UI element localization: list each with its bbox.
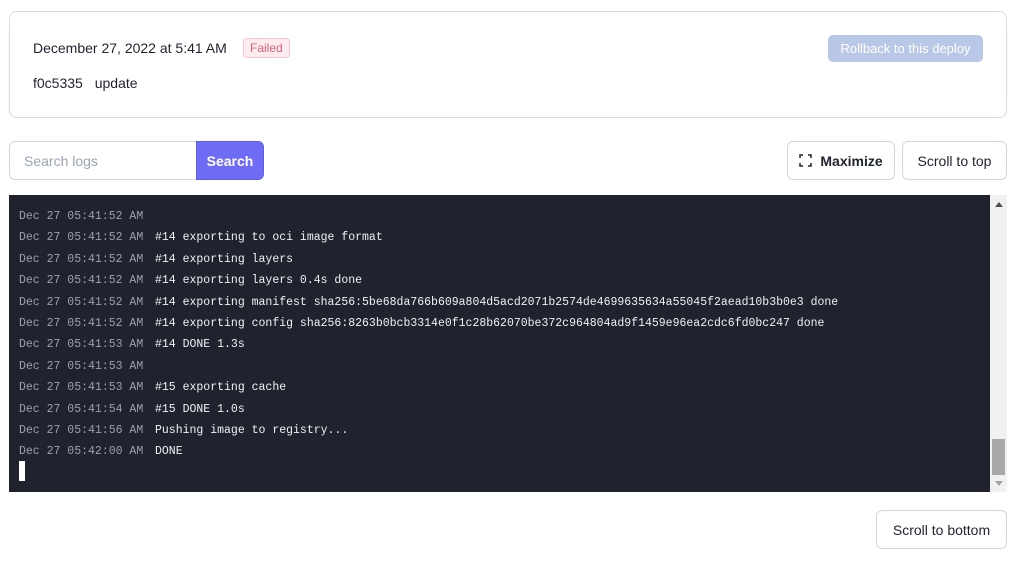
log-line: Dec 27 05:41:52 AM #14 exporting to oci i… [19,227,987,248]
log-line: Dec 27 05:41:56 AM Pushing image to regis… [19,420,987,441]
log-timestamp: Dec 27 05:41:52 AM [19,295,144,309]
log-panel[interactable]: Dec 27 05:41:52 AM Dec 27 05:41:52 AM #14 … [9,195,1007,492]
log-message: DONE [155,445,183,459]
log-lines: Dec 27 05:41:52 AM Dec 27 05:41:52 AM #14 … [19,206,987,463]
maximize-icon [799,154,813,167]
log-line: Dec 27 05:41:52 AM #14 exporting manifest… [19,292,987,313]
log-message: #14 exporting config sha256:8263b0bcb331… [155,316,825,330]
status-badge: Failed [243,38,290,58]
maximize-button[interactable]: Maximize [787,141,895,180]
log-line: Dec 27 05:41:52 AM #14 exporting layers [19,249,987,270]
log-timestamp: Dec 27 05:41:53 AM [19,338,144,352]
log-line: Dec 27 05:41:53 AM #14 DONE 1.3s [19,334,987,355]
log-timestamp: Dec 27 05:41:54 AM [19,402,144,416]
log-line: Dec 27 05:41:52 AM [19,206,987,227]
log-message: #15 DONE 1.0s [155,402,245,416]
log-line: Dec 27 05:41:52 AM #14 exporting layers 0… [19,270,987,291]
scroll-down-arrow-icon[interactable] [990,476,1007,490]
commit-row: f0c5335 update [33,75,138,91]
search-button[interactable]: Search [196,141,264,180]
log-line: Dec 27 05:41:54 AM #15 DONE 1.0s [19,399,987,420]
log-line: Dec 27 05:42:00 AM DONE [19,441,987,462]
deploy-date: December 27, 2022 at 5:41 AM [33,40,227,56]
rollback-button[interactable]: Rollback to this deploy [828,35,983,62]
scroll-to-bottom-button[interactable]: Scroll to bottom [876,510,1007,549]
log-line: Dec 27 05:41:52 AM #14 exporting config s… [19,313,987,334]
commit-hash[interactable]: f0c5335 [33,75,83,91]
log-message: Pushing image to registry... [155,423,349,437]
log-message: #14 exporting layers 0.4s done [155,274,363,288]
log-timestamp: Dec 27 05:41:52 AM [19,274,144,288]
log-line: Dec 27 05:41:53 AM [19,356,987,377]
log-message: #15 exporting cache [155,381,287,395]
log-message: #14 exporting manifest sha256:5be68da766… [155,295,839,309]
log-message: #14 exporting to oci image format [155,231,383,245]
scroll-up-arrow-icon[interactable] [990,197,1007,211]
log-timestamp: Dec 27 05:41:53 AM [19,359,144,373]
log-cursor [19,461,25,481]
log-timestamp: Dec 27 05:41:52 AM [19,316,144,330]
log-timestamp: Dec 27 05:41:52 AM [19,252,144,266]
log-timestamp: Dec 27 05:41:52 AM [19,231,144,245]
log-line: Dec 27 05:41:53 AM #15 exporting cache [19,377,987,398]
log-timestamp: Dec 27 05:41:53 AM [19,381,144,395]
log-timestamp: Dec 27 05:41:52 AM [19,210,144,223]
log-message: #14 exporting layers [155,252,294,266]
log-timestamp: Dec 27 05:41:56 AM [19,423,144,437]
log-timestamp: Dec 27 05:42:00 AM [19,445,144,459]
scroll-thumb[interactable] [992,439,1005,475]
maximize-label: Maximize [820,152,883,169]
deploy-card: December 27, 2022 at 5:41 AM Failed f0c5… [9,11,1007,118]
commit-message: update [94,75,138,91]
search-input[interactable] [9,141,198,180]
scroll-to-top-button[interactable]: Scroll to top [902,141,1007,180]
log-message: #14 DONE 1.3s [155,338,245,352]
log-scrollbar[interactable] [990,195,1007,492]
